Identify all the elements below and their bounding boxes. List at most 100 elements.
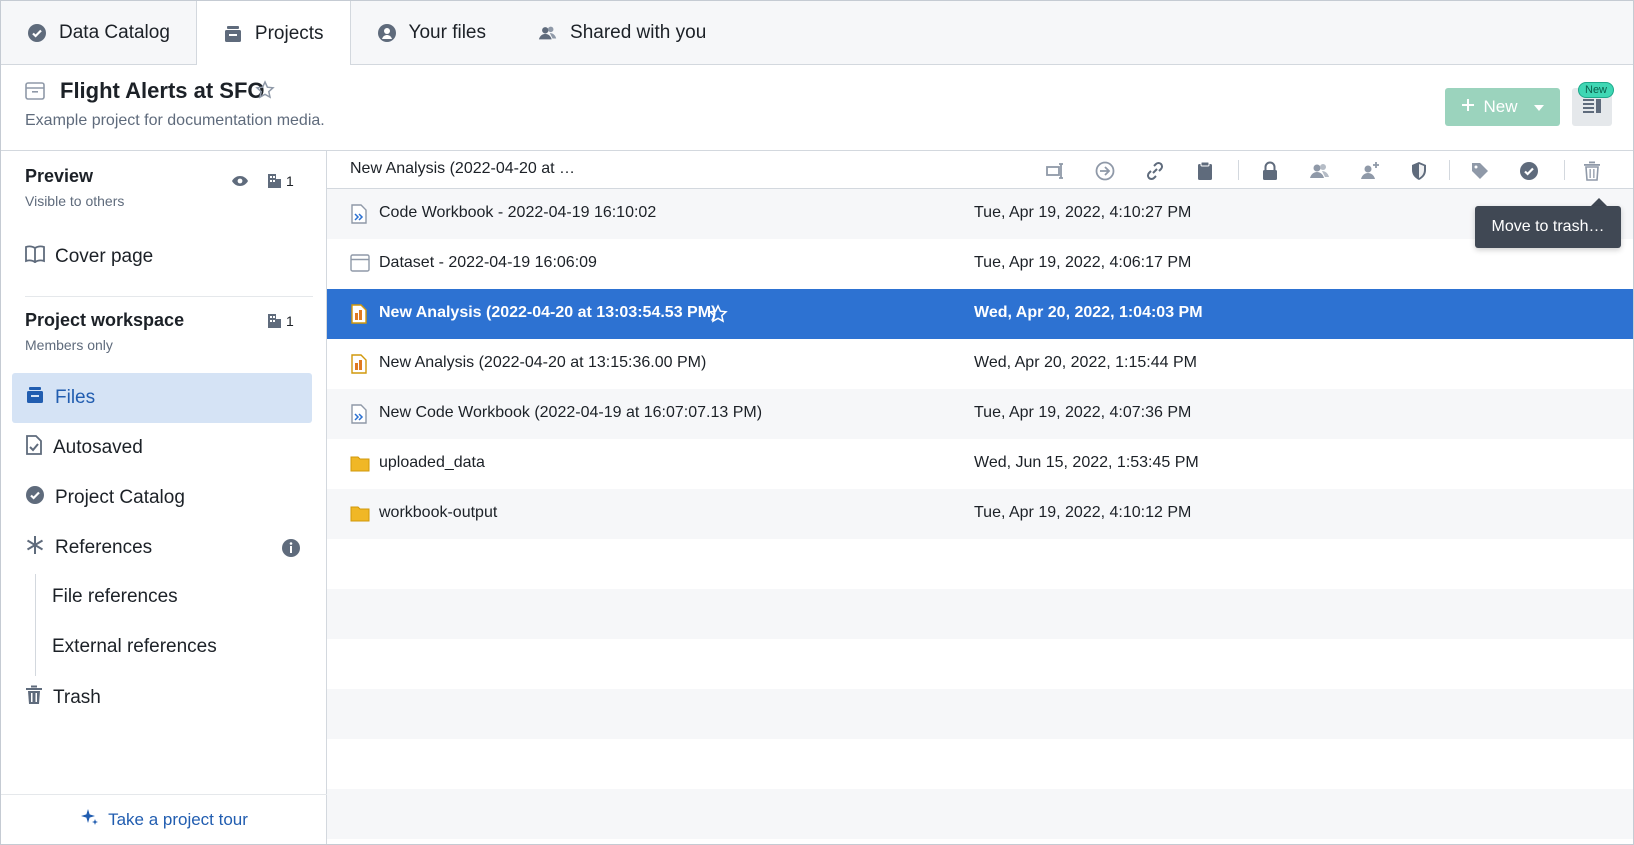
references-tree-line — [35, 574, 36, 676]
file-name: Dataset - 2022-04-19 16:06:09 — [379, 254, 597, 271]
person-icon — [377, 23, 397, 43]
preview-title: Preview — [25, 166, 94, 186]
document-check-icon — [25, 435, 43, 461]
table-row[interactable]: New Code Workbook (2022-04-19 at 16:07:0… — [327, 389, 1633, 439]
toolbar-separator — [1564, 160, 1565, 180]
tab-data-catalog[interactable]: Data Catalog — [1, 1, 196, 65]
breadcrumb[interactable]: New Analysis (2022-04-20 at … — [350, 160, 575, 178]
add-person-icon[interactable] — [1359, 160, 1381, 182]
sidebar-item-label: Cover page — [55, 246, 154, 267]
sidebar-item-label: References — [55, 537, 153, 558]
sidebar-item-label: Project Catalog — [55, 487, 185, 508]
sidebar-item-cover-page[interactable]: Cover page — [12, 232, 312, 282]
file-toolbar: New Analysis (2022-04-20 at … — [327, 151, 1633, 189]
badge-check-icon — [25, 485, 45, 511]
badge-check-icon — [27, 23, 47, 43]
new-button[interactable]: New — [1445, 88, 1560, 126]
table-row[interactable]: New Analysis (2022-04-20 at 13:03:54.53 … — [327, 289, 1633, 339]
sparkle-icon — [80, 807, 100, 832]
project-tour-link[interactable]: Take a project tour — [1, 794, 327, 844]
projects-icon — [223, 24, 243, 44]
file-date: Tue, Apr 19, 2022, 4:10:12 PM — [974, 504, 1192, 521]
sidebar-item-autosaved[interactable]: Autosaved — [12, 423, 312, 473]
sidebar-item-references[interactable]: References — [12, 523, 312, 573]
table-row[interactable]: Code Workbook - 2022-04-19 16:10:02 Tue,… — [327, 189, 1633, 239]
move-icon[interactable] — [1094, 160, 1116, 182]
preview-subtitle: Visible to others — [25, 193, 125, 209]
table-row[interactable]: workbook-output Tue, Apr 19, 2022, 4:10:… — [327, 489, 1633, 539]
file-browser: New Analysis (2022-04-20 at … Code Workb… — [327, 151, 1633, 844]
file-name: Code Workbook - 2022-04-19 16:10:02 — [379, 204, 657, 221]
asterisk-icon — [25, 535, 45, 561]
tag-icon[interactable] — [1469, 160, 1491, 182]
top-tab-bar: Data Catalog Projects Your files Shared … — [1, 1, 1633, 66]
sidebar-item-external-references[interactable]: External references — [52, 636, 217, 658]
project-icon — [25, 82, 45, 105]
workspace-subtitle: Members only — [25, 337, 113, 353]
eye-icon[interactable] — [231, 174, 249, 192]
link-icon[interactable] — [1144, 160, 1166, 182]
file-list: Code Workbook - 2022-04-19 16:10:02 Tue,… — [327, 189, 1633, 839]
tour-label: Take a project tour — [108, 809, 248, 829]
shield-icon[interactable] — [1408, 160, 1430, 182]
clipboard-icon[interactable] — [1194, 160, 1216, 182]
table-row[interactable]: Dataset - 2022-04-19 16:06:09 Tue, Apr 1… — [327, 239, 1633, 289]
organization-icon — [266, 313, 282, 334]
tab-shared-with-you[interactable]: Shared with you — [512, 1, 732, 65]
panel-icon — [1582, 96, 1602, 119]
tab-label: Your files — [408, 22, 487, 43]
trash-icon — [25, 685, 43, 711]
empty-row — [327, 539, 1633, 589]
code-workbook-icon — [350, 204, 370, 224]
people-icon — [538, 23, 558, 43]
sidebar-item-trash[interactable]: Trash — [12, 673, 312, 723]
sidebar-item-label: Files — [55, 387, 96, 408]
star-icon[interactable] — [708, 304, 728, 329]
dataset-icon — [350, 254, 370, 274]
organization-icon — [266, 173, 282, 194]
sidebar-divider — [25, 296, 313, 297]
tab-label: Shared with you — [570, 22, 707, 43]
info-icon[interactable] — [281, 538, 301, 563]
toolbar-separator — [1449, 160, 1450, 180]
empty-row — [327, 789, 1633, 839]
tab-label: Projects — [254, 22, 324, 44]
empty-row — [327, 689, 1633, 739]
code-workbook-icon — [350, 404, 370, 424]
toolbar-separator — [1238, 160, 1239, 180]
tab-label: Data Catalog — [59, 22, 170, 43]
table-row[interactable]: uploaded_data Wed, Jun 15, 2022, 1:53:45… — [327, 439, 1633, 489]
caret-down-icon — [1533, 97, 1544, 117]
plus-icon — [1461, 97, 1475, 117]
workspace-count: 1 — [286, 313, 294, 329]
people-icon[interactable] — [1309, 160, 1331, 182]
badge-check-icon[interactable] — [1518, 160, 1540, 182]
file-name: workbook-output — [379, 504, 498, 521]
file-date: Wed, Apr 20, 2022, 1:04:03 PM — [974, 304, 1203, 321]
sidebar-item-files[interactable]: Files — [12, 373, 312, 423]
lock-icon[interactable] — [1259, 160, 1281, 182]
tooltip: Move to trash… — [1475, 206, 1621, 248]
file-date: Wed, Apr 20, 2022, 1:15:44 PM — [974, 354, 1197, 371]
file-date: Wed, Jun 15, 2022, 1:53:45 PM — [974, 454, 1199, 471]
file-name: New Code Workbook (2022-04-19 at 16:07:0… — [379, 404, 763, 421]
file-date: Tue, Apr 19, 2022, 4:07:36 PM — [974, 404, 1192, 421]
empty-row — [327, 639, 1633, 689]
tab-your-files[interactable]: Your files — [351, 1, 512, 65]
sidebar-item-label: Autosaved — [53, 437, 143, 458]
analysis-icon — [350, 304, 370, 324]
workspace-title: Project workspace — [25, 310, 185, 330]
table-row[interactable]: New Analysis (2022-04-20 at 13:15:36.00 … — [327, 339, 1633, 389]
project-description: Example project for documentation media. — [25, 112, 325, 129]
sidebar-item-project-catalog[interactable]: Project Catalog — [12, 473, 312, 523]
star-icon[interactable] — [255, 80, 275, 105]
trash-icon[interactable] — [1581, 160, 1603, 182]
empty-row — [327, 589, 1633, 639]
page-title: Flight Alerts at SFO — [60, 78, 265, 103]
new-button-label: New — [1483, 97, 1518, 116]
rename-icon[interactable] — [1045, 160, 1067, 182]
tab-projects[interactable]: Projects — [195, 1, 351, 66]
file-date: Tue, Apr 19, 2022, 4:10:27 PM — [974, 204, 1192, 221]
sidebar-item-file-references[interactable]: File references — [52, 586, 178, 608]
file-date: Tue, Apr 19, 2022, 4:06:17 PM — [974, 254, 1192, 271]
